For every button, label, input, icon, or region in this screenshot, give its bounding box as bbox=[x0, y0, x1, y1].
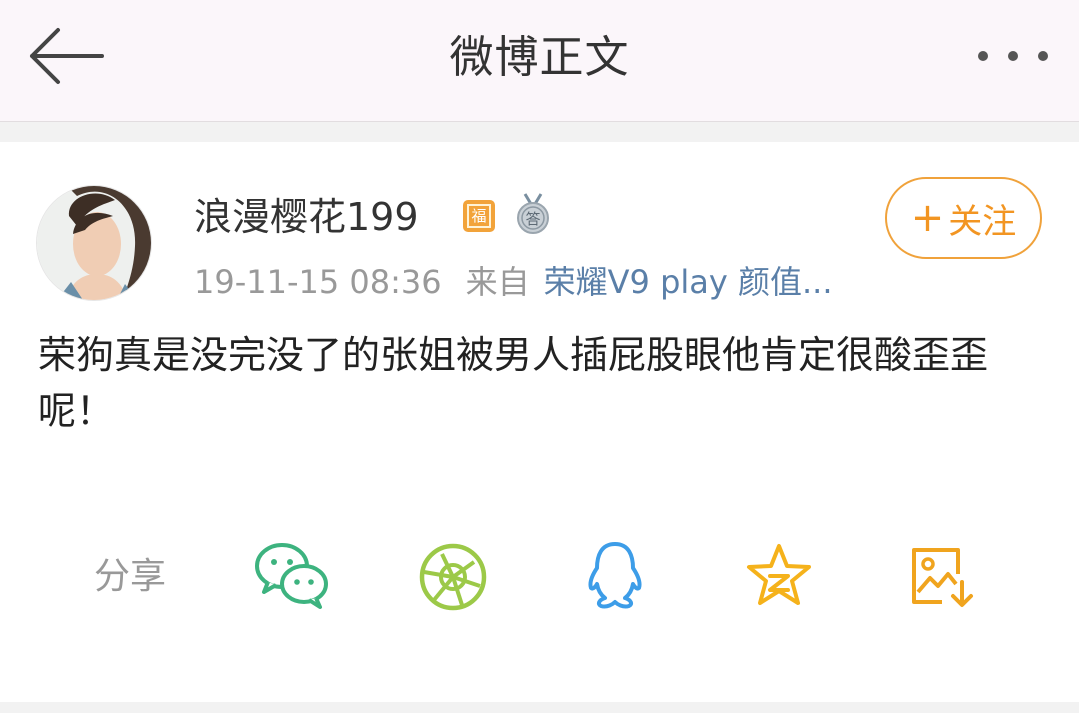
qzone-icon[interactable] bbox=[745, 542, 813, 614]
source-prefix: 来自 bbox=[465, 263, 530, 301]
author-name[interactable]: 浪漫樱花199 bbox=[194, 192, 419, 242]
post-timestamp: 19-11-15 08:36 bbox=[194, 263, 442, 301]
fu-badge-label: 福 bbox=[467, 204, 491, 228]
wechat-icon[interactable] bbox=[254, 540, 330, 614]
follow-label: 关注 bbox=[948, 201, 1017, 242]
svg-text:答: 答 bbox=[525, 210, 540, 228]
moments-icon[interactable] bbox=[418, 542, 488, 616]
follow-button[interactable]: + 关注 bbox=[885, 177, 1042, 259]
source-device-link[interactable]: 荣耀V9 play 颜值... bbox=[544, 263, 833, 301]
share-label: 分享 bbox=[94, 556, 167, 597]
fu-badge-icon[interactable]: 福 bbox=[463, 200, 495, 232]
avatar[interactable] bbox=[36, 185, 152, 301]
answer-medal-icon[interactable]: 答 bbox=[513, 192, 553, 236]
more-options-button[interactable] bbox=[970, 36, 1060, 76]
bottom-divider bbox=[0, 702, 1079, 713]
top-bar: 微博正文 bbox=[0, 0, 1079, 122]
post-content: 荣狗真是没完没了的张姐被男人插屁股眼他肯定很酸歪歪呢！ bbox=[38, 333, 989, 433]
post-meta: 19-11-15 08:36 来自 荣耀V9 play 颜值... bbox=[194, 260, 833, 304]
qq-icon[interactable] bbox=[583, 540, 647, 616]
plus-icon: + bbox=[910, 195, 945, 241]
post-card: 浪漫樱花199 福 答 + 关注 19-11-15 08:36 来自 荣耀V9 pl… bbox=[0, 142, 1079, 702]
save-image-icon[interactable] bbox=[908, 544, 976, 614]
page-title: 微博正文 bbox=[449, 32, 630, 83]
